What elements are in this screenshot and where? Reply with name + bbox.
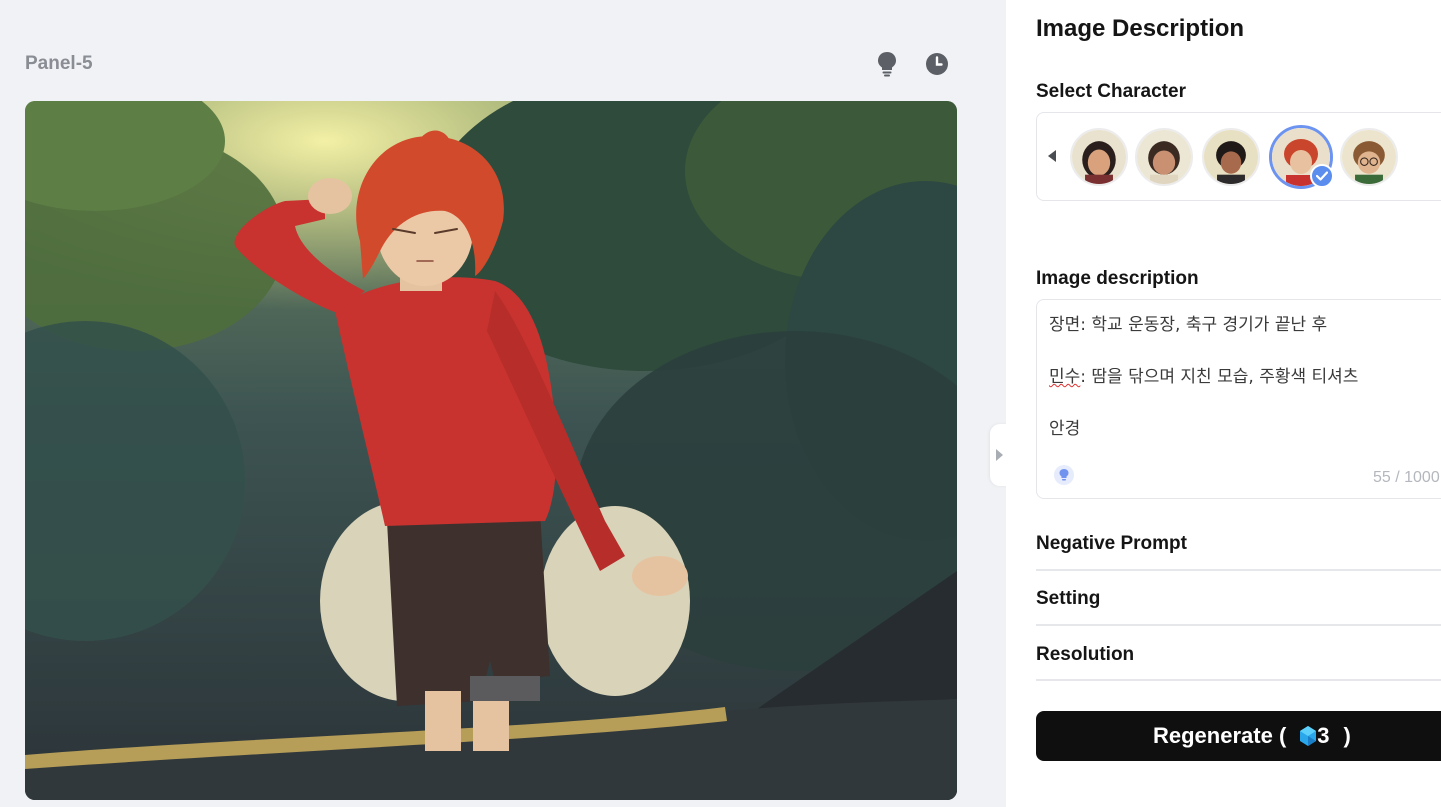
sidebar-title: Image Description [1036,15,1245,42]
regenerate-label: Regenerate ( [1153,723,1287,748]
character-avatar-5[interactable] [1340,128,1398,186]
image-description-label: Image description [1036,268,1199,289]
resolution-label: Resolution [1036,644,1135,665]
character-avatar-3[interactable] [1202,128,1260,186]
gem-icon [1300,726,1317,746]
settings-sidebar: Image Description Select Character Image… [1006,0,1441,807]
negative-prompt-label: Negative Prompt [1036,533,1187,554]
panel-title: Panel-5 [25,53,93,74]
character-avatar-1[interactable] [1070,128,1128,186]
chevron-right-icon [996,449,1003,461]
description-line-1: 장면: 학교 운동장, 축구 경기가 끝난 후 [1049,315,1328,335]
resolution-section[interactable]: Resolution [1036,625,1441,681]
selected-check-icon [1310,164,1334,188]
generated-panel-image [25,101,957,800]
image-description-text[interactable]: 장면: 학교 운동장, 축구 경기가 끝난 후 민수: 땀을 닦으며 지친 모습… [1049,312,1441,442]
regenerate-close-paren: ) [1343,723,1351,748]
image-description-textarea[interactable]: 장면: 학교 운동장, 축구 경기가 끝난 후 민수: 땀을 닦으며 지친 모습… [1036,299,1441,499]
character-selector [1036,112,1441,201]
description-line-3: 안경 [1049,419,1081,439]
character-count: 55 / 1000 [1373,469,1440,486]
lightbulb-icon[interactable] [873,49,901,79]
character-avatar-2[interactable] [1135,128,1193,186]
canvas-area: Panel-5 [0,0,1008,807]
description-line-2-name: 민수 [1049,367,1081,387]
setting-section[interactable]: Setting [1036,570,1441,626]
regenerate-cost: 3 [1317,723,1330,748]
chevron-left-icon[interactable] [1046,149,1058,163]
description-line-2-rest: : 땀을 닦으며 지친 모습, 주황색 티셔츠 [1080,367,1359,387]
select-character-label: Select Character [1036,81,1186,102]
negative-prompt-section[interactable]: Negative Prompt [1036,515,1441,571]
setting-label: Setting [1036,588,1101,609]
prompt-suggest-icon[interactable] [1054,465,1074,485]
regenerate-button[interactable]: Regenerate ( 3 ) [1036,711,1441,761]
clock-history-icon[interactable] [923,49,951,79]
